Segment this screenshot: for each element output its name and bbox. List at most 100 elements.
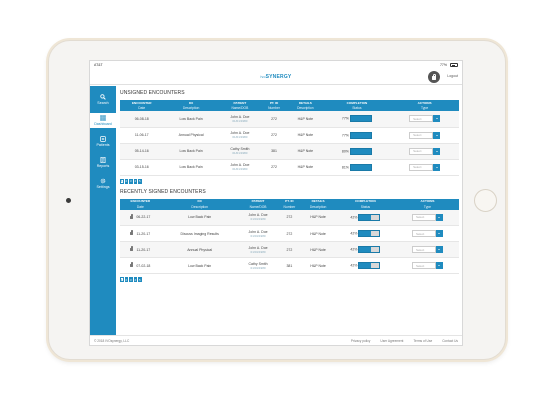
- table-row[interactable]: 07-02-18 Low Back Pain Cathy Smith 01/01/…: [120, 258, 459, 274]
- sidebar-item-reports[interactable]: Reports: [90, 155, 116, 170]
- select-box: Select: [409, 163, 434, 171]
- search-icon: [100, 94, 106, 100]
- encounter-date: 03-15-16: [134, 165, 149, 169]
- sidebar-item-label: Dashboard: [94, 122, 112, 126]
- pt-id: 272: [271, 133, 277, 137]
- details: H&P Note: [310, 263, 326, 268]
- action-select[interactable]: Select: [409, 115, 441, 123]
- action-select[interactable]: Select: [409, 147, 441, 155]
- encounter-date-cell: 11-20-17: [120, 226, 161, 242]
- dashboard-main: UNSIGNED ENCOUNTERS ENCOUNTER DX PATIENT…: [116, 86, 462, 335]
- patient-cell: John A. Doe 01/01/1980: [239, 210, 278, 226]
- page-button[interactable]: 4: [133, 178, 137, 184]
- completion-percent: 42%: [350, 247, 358, 252]
- user-agreement-link[interactable]: User Agreement: [380, 339, 403, 343]
- encounter-date: 06-08-18: [134, 116, 149, 121]
- home-button[interactable]: [474, 189, 497, 212]
- table-row[interactable]: 11-20-17 Discuss Imaging Results John A.…: [120, 226, 459, 242]
- page-button[interactable]: 3: [129, 178, 133, 184]
- encounter-date: 11-20-17: [136, 247, 151, 252]
- sidebar-item-patients[interactable]: Patients: [90, 134, 116, 149]
- table-row[interactable]: 11-06-17 Annual Physical John A. Doe 01/0…: [120, 127, 459, 143]
- chevron-down-icon: [435, 246, 443, 253]
- page-button[interactable]: 1: [120, 277, 124, 282]
- completion-status: 81%: [324, 159, 391, 175]
- copyright: © 2018 IVOsynergy, LLC: [94, 338, 130, 343]
- patient-cell: John A. Doe 01/01/1980: [219, 111, 261, 127]
- completion-bar: [349, 163, 372, 171]
- page-button[interactable]: 3: [129, 277, 133, 282]
- table-row[interactable]: 05-14-16 Low Back Pain Cathy Smith 01/01/…: [120, 143, 459, 159]
- completion-status: 77%: [324, 111, 391, 127]
- encounter-date-cell: 07-02-18: [120, 258, 161, 274]
- page-button[interactable]: 5: [138, 178, 142, 184]
- completion-percent: 77%: [341, 116, 349, 121]
- sidebar-item-dashboard[interactable]: Dashboard: [90, 113, 116, 128]
- patient-cell: John A. Doe 01/01/1980: [239, 226, 278, 242]
- action-cell: Select: [396, 242, 459, 258]
- brand-logo: ivoSYNERGY: [260, 73, 292, 80]
- sidebar-item-label: Search: [97, 101, 109, 105]
- table-row[interactable]: 06-22-17 Low Back Pain John A. Doe 01/01/…: [120, 209, 459, 226]
- action-select[interactable]: Select: [409, 131, 441, 139]
- completion-percent: 81%: [341, 164, 349, 169]
- app-screen: AT&T 77% ivoSYNERGY Logout Search Dashbo…: [89, 60, 463, 346]
- pt-id: 272: [271, 116, 277, 121]
- page-button[interactable]: 2: [124, 178, 128, 184]
- completion-bar: [349, 147, 372, 155]
- carrier: AT&T: [94, 63, 103, 67]
- patient-dob: 01/01/1980: [232, 135, 248, 139]
- table-row[interactable]: 11-20-17 Annual Physical John A. Doe 01/0…: [120, 241, 459, 258]
- completion-status: 42%: [335, 258, 396, 274]
- details: H&P Note: [297, 133, 314, 137]
- action-cell: Select: [390, 159, 459, 175]
- select-box: Select: [411, 262, 436, 269]
- action-select[interactable]: Select: [411, 230, 443, 237]
- select-box: Select: [411, 246, 436, 253]
- patient-cell: Cathy Smith 01/01/1980: [219, 143, 261, 159]
- table-row[interactable]: 03-15-16 Low Back Pain John A. Doe 01/01/…: [120, 159, 459, 175]
- action-select[interactable]: Select: [409, 163, 441, 171]
- completion-bar: [358, 262, 381, 269]
- action-select[interactable]: Select: [411, 262, 443, 269]
- encounter-date-cell: 11-20-17: [120, 242, 161, 258]
- action-select[interactable]: Select: [411, 246, 443, 253]
- completion-status: 77%: [324, 127, 391, 143]
- action-cell: Select: [390, 127, 459, 143]
- completion-status: 42%: [335, 210, 396, 226]
- unsigned-pager: 1 2 3 4 5: [120, 178, 459, 184]
- pt-id: 272: [286, 215, 293, 220]
- completion-percent: 77%: [341, 132, 349, 137]
- action-select[interactable]: Select: [411, 213, 443, 221]
- patient-name: John A. Doe: [248, 245, 268, 250]
- patient-cell: John A. Doe 01/01/1980: [219, 127, 261, 143]
- pt-id: 272: [286, 247, 293, 252]
- dashboard-icon: [100, 115, 106, 121]
- logout-link[interactable]: Logout: [447, 74, 458, 78]
- encounter-date-cell: 06-22-17: [120, 210, 161, 226]
- patient-name: Cathy Smith: [248, 261, 268, 266]
- page-button[interactable]: 2: [124, 277, 128, 282]
- completion-bar: [358, 213, 381, 221]
- patient-cell: John A. Doe 01/01/1980: [219, 159, 261, 175]
- camera-dot: [66, 198, 71, 203]
- signed-title: RECENTLY SIGNED ENCOUNTERS: [120, 188, 206, 195]
- signed-table: ENCOUNTER DX PATIENT PT. ID DETAILS COMP…: [120, 198, 459, 275]
- select-box: Select: [409, 147, 434, 155]
- signed-pager: 1 2 3 4 5: [120, 277, 459, 282]
- page-button[interactable]: 1: [120, 178, 124, 184]
- contact-link[interactable]: Contact Us: [442, 339, 458, 343]
- sidebar-item-search[interactable]: Search: [90, 92, 116, 107]
- sidebar-item-settings[interactable]: Settings: [90, 176, 116, 191]
- table-row[interactable]: 06-08-18 Low Back Pain John A. Doe 01/01/…: [120, 111, 459, 127]
- page-button[interactable]: 5: [138, 277, 142, 282]
- lock-icon: [130, 262, 134, 268]
- status-bar: AT&T 77%: [90, 61, 462, 69]
- terms-link[interactable]: Terms of Use: [413, 339, 432, 343]
- page-button[interactable]: 4: [133, 277, 137, 282]
- patient-name: John A. Doe: [248, 229, 268, 234]
- sidebar-item-label: Patients: [96, 143, 110, 147]
- select-box: Select: [409, 131, 434, 139]
- lock-icon[interactable]: [428, 71, 440, 83]
- privacy-link[interactable]: Privacy policy: [351, 339, 371, 343]
